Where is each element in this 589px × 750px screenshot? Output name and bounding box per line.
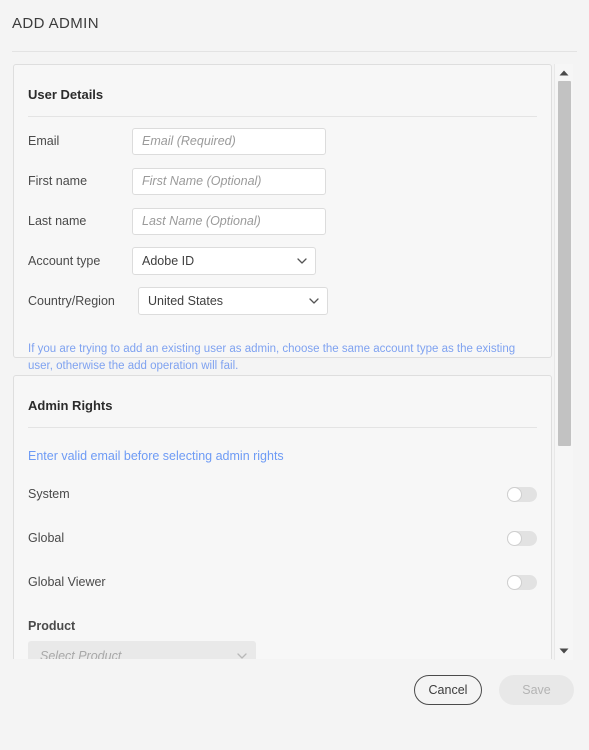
form-row-first-name: First name (28, 165, 537, 197)
global-viewer-label: Global Viewer (28, 575, 106, 589)
toggle-knob (507, 530, 522, 546)
admin-rights-divider (28, 427, 537, 428)
first-name-input[interactable] (132, 167, 326, 195)
global-toggle[interactable] (507, 530, 537, 546)
admin-rights-note: Enter valid email before selecting admin… (28, 449, 284, 463)
first-name-label: First name (28, 174, 88, 188)
country-region-value: United States (148, 294, 224, 308)
chevron-down-icon (237, 652, 247, 659)
account-type-helper-note: If you are trying to add an existing use… (28, 343, 516, 372)
cancel-button[interactable]: Cancel (414, 675, 482, 705)
header-divider (12, 51, 577, 52)
toggle-row-global: Global (28, 525, 537, 551)
user-details-heading: User Details (28, 87, 104, 102)
user-details-divider (28, 116, 537, 117)
last-name-label: Last name (28, 214, 87, 228)
form-scroll-viewport: User Details Email First name Last name … (13, 64, 552, 659)
last-name-input[interactable] (132, 207, 326, 235)
toggle-knob (507, 574, 522, 590)
form-row-last-name: Last name (28, 205, 537, 237)
form-row-account-type: Account type Adobe ID (28, 245, 537, 277)
email-label: Email (28, 134, 60, 148)
toggle-row-global-viewer: Global Viewer (28, 569, 537, 595)
product-label: Product (28, 619, 76, 633)
admin-rights-card: Admin Rights Enter valid email before se… (13, 375, 552, 659)
admin-rights-heading: Admin Rights (28, 398, 113, 413)
scroll-up-arrow-icon[interactable] (555, 65, 573, 81)
product-placeholder: Select Product (40, 648, 122, 660)
system-toggle[interactable] (507, 486, 537, 502)
global-label: Global (28, 531, 65, 545)
chevron-down-icon (297, 258, 307, 264)
save-button: Save (499, 675, 574, 705)
chevron-down-icon (309, 298, 319, 304)
scrollbar-thumb[interactable] (558, 81, 571, 446)
system-label: System (28, 487, 70, 501)
dialog-footer: Cancel Save (0, 660, 589, 750)
page-title: ADD ADMIN (12, 15, 99, 32)
global-viewer-toggle[interactable] (507, 574, 537, 590)
scroll-down-arrow-icon[interactable] (555, 643, 573, 659)
toggle-knob (507, 486, 522, 502)
country-region-select[interactable]: United States (138, 287, 328, 315)
account-type-value: Adobe ID (142, 254, 195, 268)
email-input[interactable] (132, 127, 326, 155)
country-region-label: Country/Region (28, 294, 115, 308)
user-details-card: User Details Email First name Last name … (13, 64, 552, 372)
form-row-country-region: Country/Region United States (28, 285, 537, 317)
toggle-row-system: System (28, 481, 537, 507)
account-type-select[interactable]: Adobe ID (132, 247, 316, 275)
vertical-scrollbar[interactable] (554, 64, 573, 660)
product-select: Select Product (28, 641, 256, 659)
account-type-label: Account type (28, 254, 101, 268)
form-row-email: Email (28, 125, 537, 157)
